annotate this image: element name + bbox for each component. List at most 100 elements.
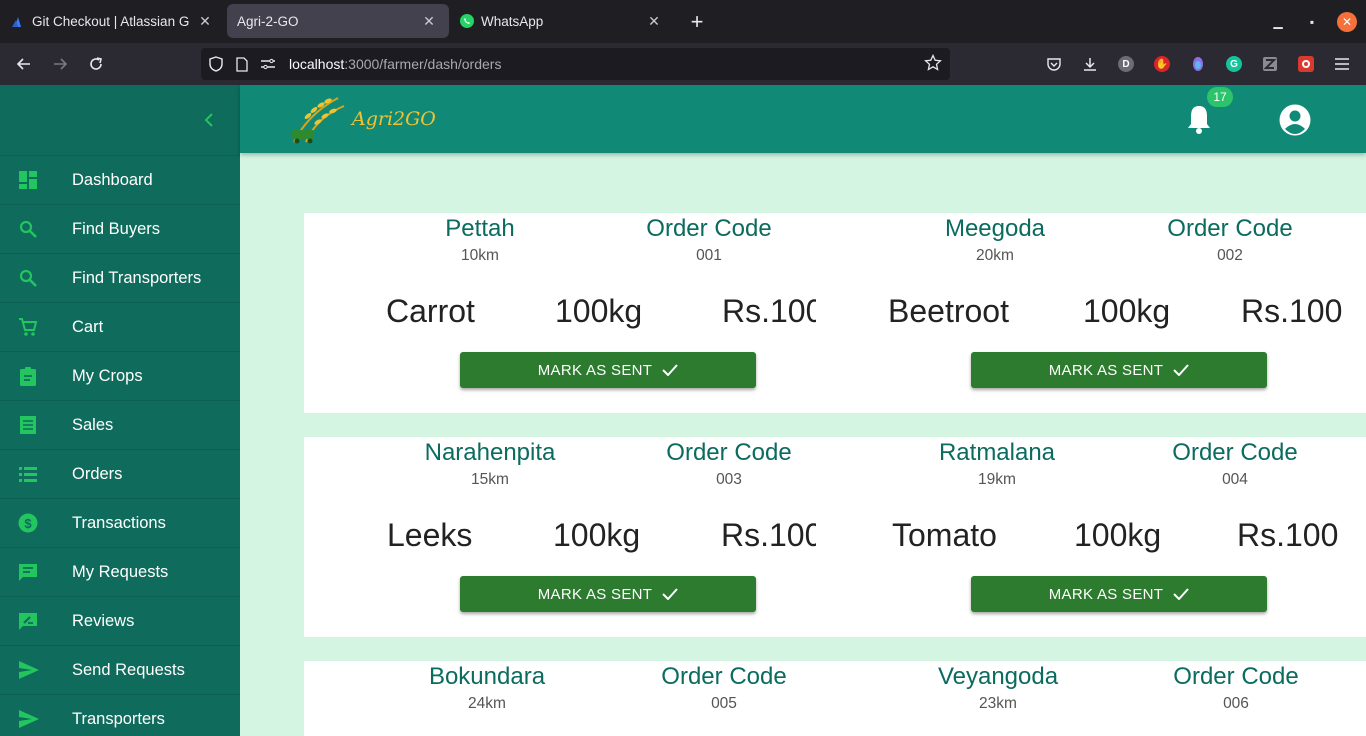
send-icon <box>0 660 72 680</box>
window-close-icon[interactable]: ✕ <box>1337 11 1357 32</box>
atlassian-icon <box>10 13 26 29</box>
mark-as-sent-button[interactable]: MARK AS SENT <box>460 352 756 388</box>
d-extension-icon[interactable]: D <box>1108 48 1144 80</box>
mark-as-sent-label: MARK AS SENT <box>1048 585 1164 603</box>
hand-extension-icon[interactable]: ✋ <box>1144 48 1180 80</box>
sidebar-item-label: Find Buyers <box>72 219 161 238</box>
check-icon <box>1173 364 1189 376</box>
site-permissions-icon[interactable] <box>257 54 279 74</box>
order-code-value: 004 <box>1222 471 1248 488</box>
order-price: Rs.100 <box>1241 293 1343 329</box>
sidebar-item-transactions[interactable]: $ Transactions <box>0 498 240 547</box>
notifications-bell-icon[interactable] <box>1184 103 1214 135</box>
sidebar-item-send-requests[interactable]: Send Requests <box>0 645 240 694</box>
account-circle-icon[interactable] <box>1278 103 1312 137</box>
sidebar-item-label: Transporters <box>72 709 165 728</box>
order-item: Narahenpita 15km Order Code 003 Leeks 10… <box>304 437 835 637</box>
gem-extension-icon[interactable] <box>1180 48 1216 80</box>
sidebar-item-orders[interactable]: Orders <box>0 449 240 498</box>
send-icon <box>0 709 72 729</box>
chat-icon <box>0 562 72 582</box>
tab-git-checkout[interactable]: Git Checkout | Atlassian Git ✕ <box>0 4 225 38</box>
order-location: Narahenpita <box>424 439 556 466</box>
sidebar-item-cart[interactable]: Cart <box>0 302 240 351</box>
order-item: Ratmalana 19km Order Code 004 Tomato 100… <box>835 437 1366 637</box>
maximize-icon[interactable]: ▪ <box>1295 5 1329 39</box>
order-location: Bokundara <box>428 663 546 690</box>
order-card-row-2: Narahenpita 15km Order Code 003 Leeks 10… <box>304 437 1366 637</box>
puzzle-extension-icon[interactable] <box>1288 48 1324 80</box>
sidebar-item-label: My Requests <box>72 562 169 581</box>
logo-text: Agri2GO <box>352 108 436 130</box>
sidebar-item-label: Send Requests <box>72 660 185 679</box>
tab-agri2go[interactable]: Agri-2-GO ✕ <box>227 4 449 38</box>
check-icon <box>662 588 678 600</box>
mark-as-sent-button[interactable]: MARK AS SENT <box>971 576 1267 612</box>
order-distance: 20km <box>976 247 1014 264</box>
menu-hamburger-icon[interactable] <box>1324 48 1360 80</box>
order-code-label: Order Code <box>646 215 772 242</box>
sidebar-item-dashboard[interactable]: Dashboard <box>0 155 240 204</box>
minimize-icon[interactable]: ▁ <box>1261 5 1295 39</box>
sidebar-item-transporters[interactable]: Transporters <box>0 694 240 736</box>
url-path: :3000/farmer/dash/orders <box>344 56 502 72</box>
close-tab-icon[interactable]: ✕ <box>195 11 215 31</box>
z-extension-icon[interactable] <box>1252 48 1288 80</box>
order-location: Ratmalana <box>938 439 1056 466</box>
wheat-logo-icon <box>292 97 345 144</box>
bookmark-star-icon[interactable] <box>924 53 942 77</box>
mark-as-sent-button[interactable]: MARK AS SENT <box>971 352 1267 388</box>
rate-review-icon <box>0 611 72 631</box>
order-card-row-1: Pettah 10km Order Code 001 Carrot 100kg … <box>304 213 1366 413</box>
check-icon <box>1173 588 1189 600</box>
downloads-icon[interactable] <box>1072 48 1108 80</box>
collapse-sidebar-chevron-icon[interactable] <box>198 109 220 131</box>
sidebar: Dashboard Find Buyers Find Transporters Car… <box>0 85 240 736</box>
order-distance: 23km <box>979 695 1017 712</box>
shield-icon[interactable] <box>205 54 227 74</box>
order-item: Pettah 10km Order Code 001 Carrot 100kg … <box>304 213 835 413</box>
address-bar[interactable]: localhost:3000/farmer/dash/orders <box>201 48 950 80</box>
order-code-label: Order Code <box>1172 439 1298 466</box>
grammarly-letter: G <box>1226 56 1242 72</box>
window-controls: ▁ ▪ ✕ <box>1261 0 1366 43</box>
sidebar-item-my-crops[interactable]: My Crops <box>0 351 240 400</box>
order-distance: 24km <box>468 695 506 712</box>
reload-icon[interactable] <box>78 48 114 80</box>
back-arrow-icon[interactable] <box>6 48 42 80</box>
order-crop: Carrot <box>386 293 475 329</box>
sidebar-item-label: Find Transporters <box>72 268 202 287</box>
sidebar-item-label: Transactions <box>72 513 166 532</box>
close-tab-icon[interactable]: ✕ <box>644 11 664 31</box>
sidebar-item-reviews[interactable]: Reviews <box>0 596 240 645</box>
tab-title: WhatsApp <box>481 13 544 29</box>
sidebar-item-find-buyers[interactable]: Find Buyers <box>0 204 240 253</box>
mark-as-sent-button[interactable]: MARK AS SENT <box>460 576 756 612</box>
close-tab-icon[interactable]: ✕ <box>419 11 439 31</box>
order-code-value: 003 <box>716 471 742 488</box>
svg-text:$: $ <box>24 516 32 531</box>
order-price: Rs.100 <box>722 293 816 329</box>
order-code-label: Order Code <box>1173 663 1299 690</box>
grammarly-icon[interactable]: G <box>1216 48 1252 80</box>
sidebar-item-label: Reviews <box>72 611 135 630</box>
dashboard-icon <box>0 170 72 190</box>
order-quantity: 100kg <box>555 293 643 329</box>
mark-as-sent-label: MARK AS SENT <box>1048 361 1164 379</box>
new-tab-button[interactable]: + <box>682 7 712 37</box>
sidebar-item-my-requests[interactable]: My Requests <box>0 547 240 596</box>
pocket-icon[interactable] <box>1036 48 1072 80</box>
order-price: Rs.100 <box>721 517 816 553</box>
agri2go-logo[interactable]: Agri2GO <box>288 93 438 145</box>
sidebar-item-sales[interactable]: Sales <box>0 400 240 449</box>
sidebar-item-label: Dashboard <box>72 170 153 189</box>
order-item: Meegoda 20km Order Code 002 Beetroot 100… <box>835 213 1366 413</box>
order-crop: Beetroot <box>888 293 1009 329</box>
search-icon <box>0 219 72 239</box>
order-crop: Leeks <box>387 517 473 553</box>
sidebar-header <box>0 85 240 155</box>
sidebar-item-label: Cart <box>72 317 104 336</box>
tab-whatsapp[interactable]: WhatsApp ✕ <box>449 4 674 38</box>
forward-arrow-icon[interactable] <box>42 48 78 80</box>
sidebar-item-find-transporters[interactable]: Find Transporters <box>0 253 240 302</box>
